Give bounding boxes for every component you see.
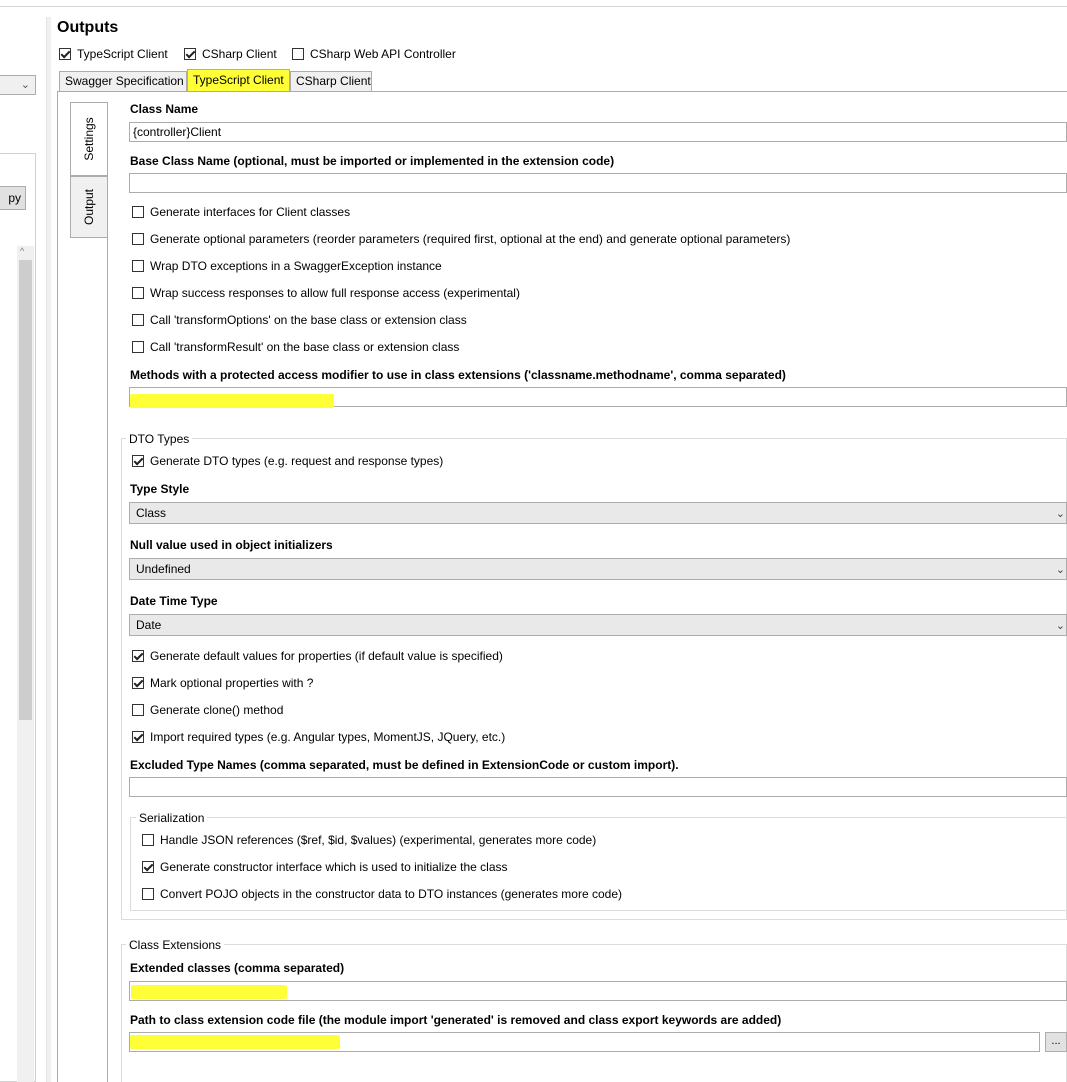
serialization-group-title: Serialization [136, 811, 208, 825]
convert-pojo-objects-checkbox[interactable]: Convert POJO objects in the constructor … [142, 887, 622, 901]
type-style-label: Type Style [130, 482, 190, 496]
vtab-label: Output [82, 188, 96, 226]
null-value-select[interactable]: Undefined ⌄ [129, 558, 1067, 580]
select-value: Undefined [136, 562, 191, 576]
splitter[interactable] [46, 17, 51, 1082]
checkbox-label: Generate clone() method [150, 703, 284, 717]
checkbox-box[interactable] [132, 677, 144, 689]
checkbox-box[interactable] [132, 341, 144, 353]
generate-default-values-checkbox[interactable]: Generate default values for properties (… [132, 649, 503, 663]
generate-dto-types-checkbox[interactable]: Generate DTO types (e.g. request and res… [132, 454, 443, 468]
wrap-dto-exceptions-checkbox[interactable]: Wrap DTO exceptions in a SwaggerExceptio… [132, 259, 442, 273]
null-value-label: Null value used in object initializers [130, 538, 333, 552]
checkbox-label: Mark optional properties with ? [150, 676, 314, 690]
typescript-client-checkbox[interactable]: TypeScript Client [59, 47, 168, 61]
generate-clone-method-checkbox[interactable]: Generate clone() method [132, 703, 283, 717]
browse-button[interactable]: ... [1045, 1032, 1067, 1052]
checkbox-box[interactable] [132, 287, 144, 299]
copy-button[interactable]: py [0, 186, 26, 210]
checkbox-label: Convert POJO objects in the constructor … [160, 887, 622, 901]
tab-swagger-specification[interactable]: Swagger Specification [59, 71, 187, 91]
checkbox-label: CSharp Web API Controller [310, 47, 456, 61]
vtab-divider [107, 102, 108, 1082]
class-extensions-group-title: Class Extensions [126, 938, 225, 952]
checkbox-label: Generate DTO types (e.g. request and res… [150, 454, 444, 468]
checkbox-label: Generate optional parameters (reorder pa… [150, 232, 791, 246]
handle-json-references-checkbox[interactable]: Handle JSON references ($ref, $id, $valu… [142, 833, 596, 847]
csharp-web-api-controller-checkbox[interactable]: CSharp Web API Controller [292, 47, 456, 61]
extended-classes-label: Extended classes (comma separated) [130, 961, 345, 975]
checkbox-label: Call 'transformResult' on the base class… [150, 340, 460, 354]
call-transform-result-checkbox[interactable]: Call 'transformResult' on the base class… [132, 340, 459, 354]
left-pane: ⌄ py ^ [0, 0, 1067, 1082]
checkbox-label: Wrap DTO exceptions in a SwaggerExceptio… [150, 259, 442, 273]
base-class-label: Base Class Name (optional, must be impor… [130, 154, 615, 168]
chevron-down-icon: ⌄ [1055, 508, 1065, 520]
checkbox-box[interactable] [292, 48, 304, 60]
excluded-type-names-label: Excluded Type Names (comma separated, mu… [130, 758, 679, 772]
checkbox-box[interactable] [132, 260, 144, 272]
chevron-down-icon: ⌄ [20, 79, 30, 91]
generate-interfaces-checkbox[interactable]: Generate interfaces for Client classes [132, 205, 350, 219]
checkbox-label: CSharp Client [202, 47, 277, 61]
checkbox-box[interactable] [132, 314, 144, 326]
excluded-type-names-input[interactable] [129, 777, 1067, 797]
left-scrollbar[interactable]: ^ [17, 246, 34, 1082]
tab-csharp-client[interactable]: CSharp Client [290, 71, 372, 91]
checkbox-box[interactable] [132, 233, 144, 245]
checkbox-box[interactable] [132, 704, 144, 716]
dto-types-group-title: DTO Types [126, 432, 193, 446]
outputs-title: Outputs [57, 19, 119, 36]
chevron-down-icon: ⌄ [1055, 564, 1065, 576]
checkbox-box[interactable] [142, 834, 154, 846]
extension-code-path-label: Path to class extension code file (the m… [130, 1013, 782, 1027]
base-class-input[interactable] [129, 173, 1067, 193]
import-required-types-checkbox[interactable]: Import required types (e.g. Angular type… [132, 730, 505, 744]
checkbox-box[interactable] [142, 861, 154, 873]
select-value: Class [136, 506, 167, 520]
checkbox-label: Call 'transformOptions' on the base clas… [150, 313, 467, 327]
wrap-success-responses-checkbox[interactable]: Wrap success responses to allow full res… [132, 286, 520, 300]
checkbox-label: Import required types (e.g. Angular type… [150, 730, 506, 744]
checkbox-label: Generate constructor interface which is … [160, 860, 508, 874]
vtab-settings[interactable]: Settings [70, 102, 107, 176]
yellow-highlight-mark [130, 394, 334, 408]
date-time-type-select[interactable]: Date ⌄ [129, 614, 1067, 636]
yellow-highlight-mark [131, 985, 287, 999]
left-dropdown[interactable]: ⌄ [0, 75, 36, 95]
checkbox-label: Generate default values for properties (… [150, 649, 503, 663]
checkbox-label: TypeScript Client [77, 47, 168, 61]
vtab-output[interactable]: Output [70, 176, 107, 238]
select-value: Date [136, 618, 162, 632]
tab-typescript-client[interactable]: TypeScript Client [187, 69, 290, 92]
class-name-input[interactable]: {controller}Client [129, 122, 1067, 142]
top-divider-line [0, 6, 1067, 7]
checkbox-box[interactable] [59, 48, 71, 60]
checkbox-box[interactable] [184, 48, 196, 60]
checkbox-box[interactable] [132, 455, 144, 467]
class-name-label: Class Name [130, 102, 199, 116]
checkbox-label: Handle JSON references ($ref, $id, $valu… [160, 833, 597, 847]
checkbox-box[interactable] [132, 206, 144, 218]
checkbox-box[interactable] [142, 888, 154, 900]
generate-optional-parameters-checkbox[interactable]: Generate optional parameters (reorder pa… [132, 232, 790, 246]
checkbox-label: Wrap success responses to allow full res… [150, 286, 520, 300]
checkbox-box[interactable] [132, 650, 144, 662]
scroll-up-icon[interactable]: ^ [20, 246, 24, 256]
checkbox-label: Generate interfaces for Client classes [150, 205, 351, 219]
yellow-highlight-mark [130, 1035, 340, 1049]
csharp-client-checkbox[interactable]: CSharp Client [184, 47, 277, 61]
vtab-label: Settings [82, 117, 96, 161]
chevron-down-icon: ⌄ [1055, 620, 1065, 632]
generate-constructor-interface-checkbox[interactable]: Generate constructor interface which is … [142, 860, 508, 874]
scrollbar-thumb[interactable] [19, 260, 32, 720]
protected-methods-label: Methods with a protected access modifier… [130, 368, 786, 382]
call-transform-options-checkbox[interactable]: Call 'transformOptions' on the base clas… [132, 313, 467, 327]
mark-optional-properties-checkbox[interactable]: Mark optional properties with ? [132, 676, 313, 690]
checkbox-box[interactable] [132, 731, 144, 743]
type-style-select[interactable]: Class ⌄ [129, 502, 1067, 524]
date-time-type-label: Date Time Type [130, 594, 218, 608]
